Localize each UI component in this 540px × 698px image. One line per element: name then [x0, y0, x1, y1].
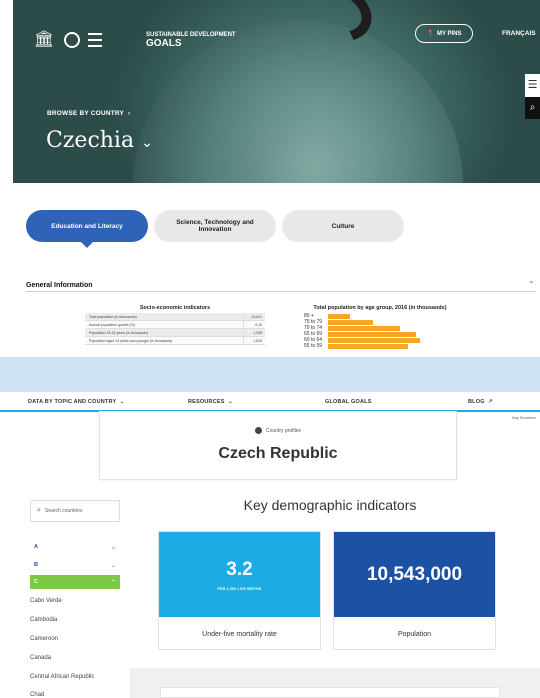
country-selector[interactable]: Czechia ⌄ — [46, 128, 153, 153]
general-information-heading: General Information — [26, 282, 93, 289]
section-divider — [26, 291, 536, 292]
table-row: Population 15-24 years (in thousands) 1,… — [85, 329, 265, 337]
sdg-logo-top: Sustainable Development — [146, 31, 236, 38]
table-row: Population aged 14 years and younger (in… — [85, 337, 265, 345]
my-pins-label: MY PINS — [436, 30, 462, 37]
kpi-label: Under-five mortality rate — [202, 630, 277, 638]
topic-tabs: Education and Literacy Science, Technolo… — [26, 210, 404, 248]
tab-science-technology[interactable]: Science, Technology and Innovation — [154, 210, 276, 242]
kpi-label: Population — [397, 630, 432, 638]
kpi-value: 3.2 — [226, 558, 253, 580]
kpi-card-population: 10,543,000 Population — [333, 531, 496, 650]
table-cell-value: 0.10 — [243, 321, 265, 328]
nav-label: BLOG — [468, 399, 485, 405]
letter-label: B — [34, 562, 38, 568]
kpi-value: 10,543,000 — [366, 563, 463, 585]
table-cell-label: Population aged 14 years and younger (in… — [89, 339, 173, 343]
nav-global-goals[interactable]: GLOBAL GOALS — [325, 399, 372, 405]
socio-table-title: Socio-economic indicators — [139, 305, 211, 311]
search-icon[interactable]: ⌕ — [525, 97, 540, 119]
kpi-top: 3.2 PER 1,000 LIVE BIRTHS — [159, 532, 320, 617]
pin-icon: 📍 — [426, 31, 434, 37]
country-link-cameroon[interactable]: Cameroon — [30, 636, 58, 642]
table-cell-value: 1,619 — [243, 337, 265, 344]
table-cell-value: 10,611 — [243, 313, 265, 320]
kpi-top: 10,543,000 — [334, 532, 495, 617]
population-bar — [328, 337, 420, 343]
logo-group[interactable]: 🏛 Sustainable Development Goals — [32, 30, 236, 50]
tab-education-literacy[interactable]: Education and Literacy — [26, 210, 148, 248]
letter-group-b[interactable]: B ⌄ — [30, 558, 120, 572]
age-group-label: 55 to 59 — [304, 343, 323, 349]
search-placeholder: Search countries — [44, 508, 83, 514]
nav-label: DATA BY TOPIC AND COUNTRY — [28, 399, 117, 405]
table-row: Annual population growth (%) 0.10 — [85, 321, 265, 329]
country-profiles-subtitle: Country profiles — [100, 427, 456, 434]
subtitle-text: Country profiles — [265, 427, 301, 434]
uis-logo-text — [110, 37, 138, 43]
table-cell-value: 1,035 — [243, 329, 265, 336]
letter-label: C — [34, 579, 38, 585]
tab-culture[interactable]: Culture — [282, 210, 404, 242]
country-name: Czechia — [46, 128, 135, 153]
my-pins-button[interactable]: 📍 MY PINS — [415, 24, 473, 43]
collapse-caret-icon[interactable]: ⌃ — [528, 280, 535, 289]
country-link-canada[interactable]: Canada — [30, 655, 51, 661]
chevron-up-icon: ⌃ — [110, 579, 116, 586]
table-cell-label: Annual population growth (%) — [89, 323, 135, 327]
next-section-card — [160, 687, 500, 698]
country-link-chad[interactable]: Chad — [30, 692, 44, 698]
chevron-down-icon: ⌄ — [117, 399, 125, 405]
menu-icon[interactable]: ☰ — [525, 74, 540, 97]
screenshot-divider — [0, 357, 540, 392]
population-age-chart: Total population by age group, 2016 (in … — [300, 305, 460, 357]
letter-group-a[interactable]: A ⌄ — [30, 540, 120, 554]
country-profile-card: Country profiles Czech Republic — [99, 411, 457, 480]
population-chart-title: Total population by age group, 2016 (in … — [313, 305, 447, 311]
nav-label: RESOURCES — [188, 399, 225, 405]
nav-data-by-topic[interactable]: DATA BY TOPIC AND COUNTRY ⌄ — [28, 399, 125, 405]
sdg-logo: Sustainable Development Goals — [146, 32, 236, 49]
nav-resources[interactable]: RESOURCES ⌄ — [188, 399, 233, 405]
kpi-card-under-five-mortality: 3.2 PER 1,000 LIVE BIRTHS Under-five mor… — [158, 531, 321, 650]
chevron-down-icon: ⌄ — [110, 544, 116, 551]
menu-bars-icon — [88, 33, 102, 47]
country-link-cabo-verde[interactable]: Cabo Verde — [30, 598, 62, 604]
population-bar — [328, 331, 416, 337]
browse-label: BROWSE BY COUNTRY — [47, 110, 124, 117]
table-row: Total population (in thousands) 10,611 — [85, 313, 265, 321]
search-countries-input[interactable]: ⌕ Search countries — [30, 500, 120, 522]
letter-group-c[interactable]: C ⌃ — [30, 575, 120, 589]
nav-blog[interactable]: BLOG ↗ — [468, 399, 493, 405]
chevron-right-icon: › — [125, 110, 131, 117]
unesco-temple-icon: 🏛 — [33, 31, 55, 48]
sdg-logo-bottom: Goals — [146, 37, 182, 49]
globe-icon — [254, 427, 262, 434]
population-bar — [328, 343, 408, 349]
language-link[interactable]: FRANÇAIS — [502, 30, 536, 37]
population-bar — [328, 313, 350, 319]
browse-by-country-link[interactable]: BROWSE BY COUNTRY › — [47, 110, 130, 117]
country-link-cambodia[interactable]: Cambodia — [30, 617, 57, 623]
profile-country-title: Czech Republic — [218, 445, 338, 462]
kpi-unit: PER 1,000 LIVE BIRTHS — [217, 586, 262, 591]
key-demographic-indicators-title: Key demographic indicators — [243, 497, 417, 513]
population-bars: 80 +75 to 79 70 to 74 65 to 69 60 to 64 55 t… — [300, 313, 460, 349]
population-bar — [328, 325, 400, 331]
chevron-down-icon: ⌄ — [226, 399, 233, 405]
table-cell-label: Total population (in thousands) — [89, 315, 137, 319]
table-cell-label: Population 15-24 years (in thousands) — [89, 331, 149, 335]
map-disclaimer-link[interactable]: Map Disclaimer — [512, 416, 536, 420]
external-link-icon: ↗ — [486, 399, 493, 405]
population-bar — [328, 319, 373, 325]
letter-label: A — [34, 544, 38, 550]
socio-economic-table: Socio-economic indicators Total populati… — [85, 305, 265, 357]
chevron-down-icon: ⌄ — [141, 135, 153, 151]
uis-logo-icon — [64, 32, 80, 48]
country-link-central-african-republic[interactable]: Central African Republic — [30, 674, 94, 680]
chevron-down-icon: ⌄ — [110, 562, 116, 569]
search-icon: ⌕ — [37, 507, 41, 514]
population-bar-row: 55 to 59 — [300, 343, 460, 349]
top-navigation: DATA BY TOPIC AND COUNTRY ⌄ RESOURCES ⌄ … — [0, 392, 540, 412]
